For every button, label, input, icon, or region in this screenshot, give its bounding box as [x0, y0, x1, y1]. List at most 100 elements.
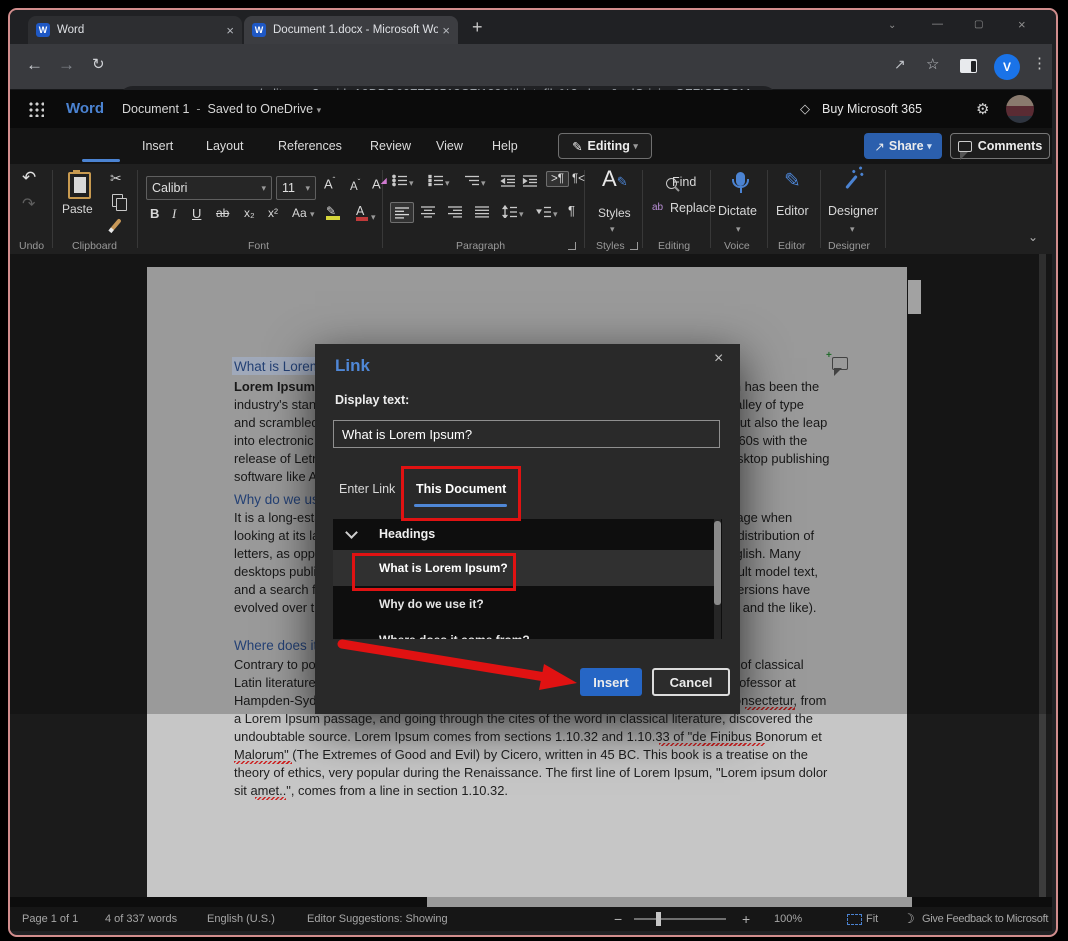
document-line[interactable]: Malorum" (The Extremes of Good and Evil)… [234, 747, 808, 762]
multilevel-list-icon[interactable] [464, 174, 480, 187]
zoom-in-button[interactable]: + [742, 911, 750, 927]
zoom-slider-track[interactable] [634, 918, 726, 920]
styles-label[interactable]: Styles [598, 206, 631, 220]
editor-icon[interactable]: ✎ [784, 168, 801, 193]
menu-insert[interactable]: Insert [142, 139, 173, 153]
bookmark-star-icon[interactable]: ☆ [926, 55, 939, 73]
word-count[interactable]: 4 of 337 words [105, 913, 177, 925]
browser-menu-icon[interactable]: ⋮ [1032, 54, 1047, 72]
paragraph-spacing-dropdown[interactable]: ▾ [553, 205, 558, 220]
bullet-list-icon[interactable] [392, 174, 408, 187]
align-center-icon[interactable] [420, 205, 436, 218]
cancel-button[interactable]: Cancel [652, 668, 730, 696]
bold-button[interactable]: B [150, 206, 159, 221]
menu-review[interactable]: Review [370, 139, 411, 153]
cut-icon[interactable]: ✂ [110, 170, 122, 187]
copy-icon[interactable] [112, 194, 123, 207]
increase-indent-icon[interactable] [522, 174, 538, 187]
designer-icon[interactable] [845, 175, 858, 189]
document-line[interactable]: theory of ethics, very popular during th… [234, 765, 827, 780]
grow-font-icon[interactable]: Aˆ [324, 176, 335, 191]
dictate-dropdown[interactable]: ▾ [736, 220, 741, 235]
editor-label[interactable]: Editor [776, 204, 809, 218]
maximize-button[interactable]: ▢ [974, 19, 983, 30]
comments-button[interactable]: Comments [950, 133, 1050, 159]
collapse-chevron-icon[interactable] [345, 526, 358, 539]
tree-item[interactable]: Why do we use it? [333, 586, 715, 622]
paste-label[interactable]: Paste [62, 202, 93, 216]
horizontal-scrollbar-thumb[interactable] [427, 897, 912, 907]
tab-close-icon[interactable]: × [442, 23, 450, 38]
find-button[interactable]: Find [672, 175, 696, 189]
language-status[interactable]: English (U.S.) [207, 913, 275, 925]
fit-button[interactable]: Fit [866, 913, 878, 925]
zoom-slider-thumb[interactable] [656, 912, 661, 926]
undo-icon[interactable]: ↶ [22, 168, 36, 188]
browser-tab-document[interactable]: W Document 1.docx - Microsoft Wo × [244, 16, 458, 44]
bullet-list-dropdown[interactable]: ▾ [409, 174, 414, 189]
account-avatar[interactable] [1006, 95, 1034, 123]
superscript-button[interactable]: x² [268, 206, 278, 220]
subscript-button[interactable]: x₂ [244, 206, 255, 220]
collapse-ribbon-icon[interactable]: ⌄ [1028, 230, 1038, 244]
zoom-level[interactable]: 100% [774, 913, 802, 925]
rtl-paragraph-button[interactable]: ¶< [572, 173, 585, 185]
font-color-button[interactable]: A [356, 204, 368, 221]
browser-profile-avatar[interactable]: V [994, 54, 1020, 80]
new-tab-button[interactable]: + [472, 17, 483, 38]
tab-enter-link[interactable]: Enter Link [339, 482, 395, 496]
back-icon[interactable]: ← [26, 55, 43, 75]
highlight-button[interactable]: ✎ [326, 204, 340, 220]
share-page-icon[interactable]: ↗ [894, 56, 906, 73]
justify-icon[interactable] [474, 205, 490, 218]
editor-suggestions-status[interactable]: Editor Suggestions: Showing [307, 913, 448, 925]
change-case-button[interactable]: Aa ▾ [292, 206, 315, 220]
buy-microsoft-365[interactable]: Buy Microsoft 365 [822, 102, 922, 116]
paragraph-spacing-icon[interactable] [536, 205, 552, 218]
share-button[interactable]: ↗Share ▾ [864, 133, 942, 159]
numbered-list-dropdown[interactable]: ▾ [445, 174, 450, 189]
styles-dialog-launcher[interactable] [630, 242, 638, 250]
styles-icon[interactable]: A✎ [602, 166, 628, 192]
menu-layout[interactable]: Layout [206, 139, 244, 153]
line-spacing-icon[interactable] [502, 205, 518, 218]
reload-icon[interactable]: ↻ [92, 55, 105, 73]
side-panel-icon[interactable] [960, 59, 977, 73]
ltr-paragraph-button[interactable]: >¶ [546, 171, 569, 187]
replace-button[interactable]: Replace [670, 201, 716, 215]
font-color-dropdown[interactable]: ▾ [371, 208, 376, 223]
italic-button[interactable]: I [172, 206, 176, 222]
designer-dropdown[interactable]: ▾ [850, 220, 855, 235]
menu-references[interactable]: References [278, 139, 342, 153]
dictate-icon[interactable] [736, 172, 745, 186]
minimize-button[interactable]: — [932, 18, 943, 30]
editing-mode-button[interactable]: ✎Editing ▾ [558, 133, 652, 159]
feedback-link[interactable]: Give Feedback to Microsoft [922, 913, 1048, 925]
styles-dropdown[interactable]: ▾ [610, 220, 615, 235]
numbered-list-icon[interactable] [428, 174, 444, 187]
designer-label[interactable]: Designer [828, 204, 878, 218]
document-title[interactable]: Document 1 - Saved to OneDrive ▾ [122, 102, 321, 116]
underline-button[interactable]: U [192, 206, 201, 221]
decrease-indent-icon[interactable] [500, 174, 516, 187]
document-line[interactable]: sit amet..", comes from a line in sectio… [234, 783, 508, 798]
word-brand[interactable]: Word [66, 100, 104, 117]
show-marks-button[interactable]: ¶ [568, 203, 575, 218]
strikethrough-button[interactable]: ab [216, 206, 229, 220]
dialog-close-icon[interactable]: × [714, 350, 723, 368]
tab-search-icon[interactable]: ⌄ [888, 20, 896, 31]
window-close-button[interactable]: × [1018, 17, 1026, 32]
font-size-select[interactable]: 11▾ [276, 176, 316, 200]
page-count[interactable]: Page 1 of 1 [22, 913, 78, 925]
tree-header[interactable]: Headings [379, 527, 435, 541]
dictate-label[interactable]: Dictate [718, 204, 757, 218]
shrink-font-icon[interactable]: Aˇ [350, 178, 360, 193]
menu-view[interactable]: View [436, 139, 463, 153]
paragraph-dialog-launcher[interactable] [568, 242, 576, 250]
dark-mode-moon-icon[interactable]: ☽ [903, 911, 915, 927]
redo-icon[interactable]: ↷ [22, 194, 35, 214]
align-right-icon[interactable] [447, 205, 463, 218]
line-spacing-dropdown[interactable]: ▾ [519, 205, 524, 220]
display-text-input[interactable] [333, 420, 720, 448]
multilevel-list-dropdown[interactable]: ▾ [481, 174, 486, 189]
